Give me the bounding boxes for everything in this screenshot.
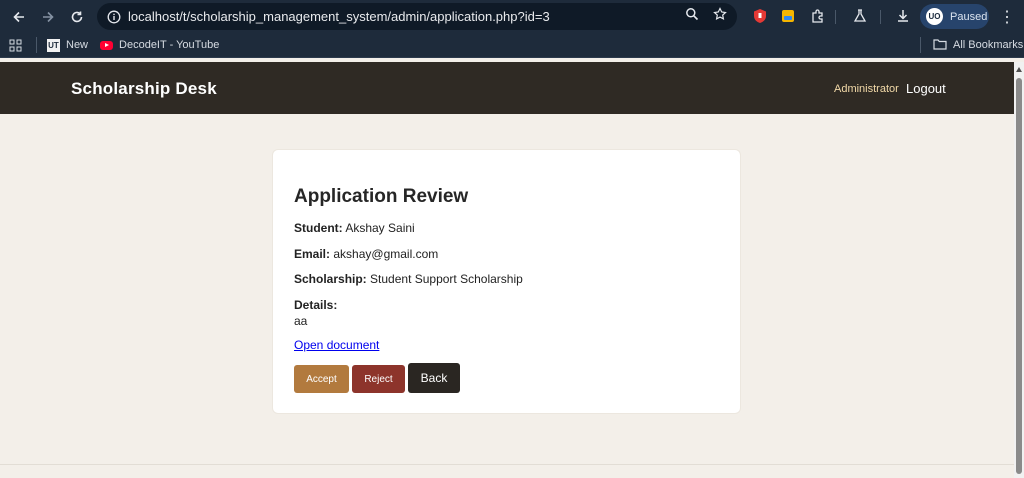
profile-button[interactable]: UO Paused [920, 4, 989, 29]
profile-avatar: UO [926, 8, 943, 25]
accept-button[interactable]: Accept [294, 365, 349, 393]
site-brand[interactable]: Scholarship Desk [71, 79, 217, 99]
toolbar-divider [835, 10, 836, 24]
back-arrow-icon[interactable] [4, 0, 33, 33]
all-bookmarks[interactable]: All Bookmarks [933, 38, 1023, 53]
extension-red-shield-icon[interactable] [750, 6, 770, 26]
all-bookmarks-label: All Bookmarks [953, 39, 1024, 51]
scroll-thumb[interactable] [1016, 78, 1022, 474]
back-button[interactable]: Back [408, 363, 460, 393]
folder-icon [933, 38, 947, 53]
bookmark-new[interactable]: UT New [47, 38, 89, 52]
details-label: Details: [294, 298, 338, 312]
browser-menu-icon[interactable]: ⋮ [999, 0, 1015, 33]
open-document-link[interactable]: Open document [294, 338, 379, 352]
logout-link[interactable]: Logout [906, 81, 946, 96]
forward-arrow-icon[interactable] [33, 0, 62, 33]
bookmark-decodeit-youtube[interactable]: DecodeIT - YouTube [100, 39, 219, 51]
student-value: Akshay Saini [345, 221, 415, 235]
labs-flask-icon[interactable] [850, 6, 870, 26]
student-label: Student: [294, 221, 343, 235]
extensions-puzzle-icon[interactable] [808, 6, 828, 26]
bookmark-label: DecodeIT - YouTube [119, 39, 220, 51]
reject-button[interactable]: Reject [352, 365, 405, 393]
downloads-icon[interactable] [893, 6, 913, 26]
scholarship-label: Scholarship: [294, 272, 367, 286]
profile-status: Paused [950, 10, 988, 23]
email-field: Email: akshay@gmail.com [294, 247, 438, 261]
address-bar[interactable]: localhost/t/scholarship_management_syste… [97, 3, 737, 30]
toolbar-divider [880, 10, 881, 24]
reload-icon[interactable] [62, 0, 91, 33]
browser-toolbar: localhost/t/scholarship_management_syste… [0, 0, 1024, 33]
application-review-card: Application Review Student: Akshay Saini… [272, 149, 741, 414]
bookmarks-divider [36, 37, 37, 53]
youtube-icon [100, 40, 114, 50]
details-field: Details: [294, 298, 337, 312]
scholarship-value: Student Support Scholarship [370, 272, 523, 286]
footer-divider [0, 464, 1014, 465]
email-label: Email: [294, 247, 331, 261]
page-title: Application Review [294, 186, 469, 207]
url-text[interactable]: localhost/t/scholarship_management_syste… [128, 9, 550, 24]
page-scrollbar[interactable] [1014, 62, 1024, 478]
scholarship-field: Scholarship: Student Support Scholarship [294, 272, 523, 286]
bookmark-label: New [66, 39, 89, 51]
details-value: aa [294, 314, 308, 328]
scroll-up-icon[interactable] [1016, 67, 1022, 72]
bookmarks-divider [920, 37, 921, 53]
ut-icon: UT [47, 38, 60, 52]
site-header: Scholarship Desk Administrator Logout [0, 62, 1014, 114]
apps-grid-icon[interactable] [9, 39, 22, 52]
bookmark-star-icon[interactable] [713, 7, 727, 26]
extension-tiles-icon[interactable] [778, 6, 798, 26]
administrator-link[interactable]: Administrator [834, 83, 899, 95]
bookmarks-bar: UT New DecodeIT - YouTube All Bookmarks [0, 33, 1024, 58]
zoom-icon[interactable] [685, 7, 699, 26]
email-value: akshay@gmail.com [333, 247, 439, 261]
site-info-icon[interactable] [100, 10, 128, 24]
student-field: Student: Akshay Saini [294, 221, 415, 235]
